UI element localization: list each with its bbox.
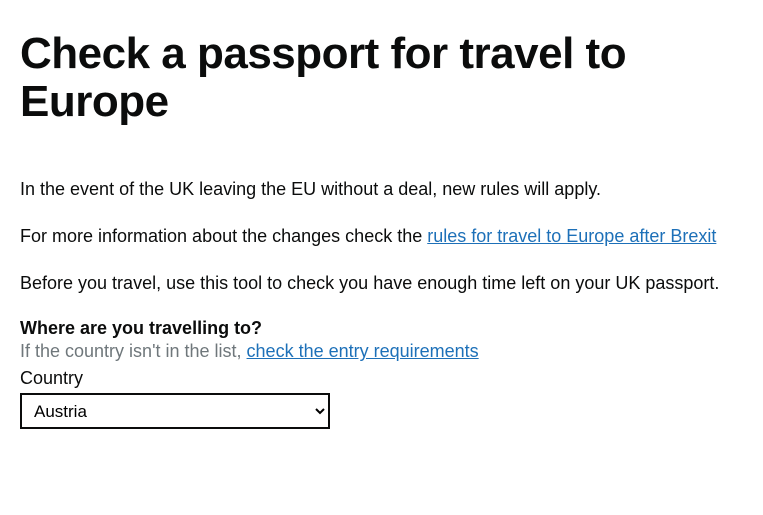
intro-paragraph-2: For more information about the changes c… bbox=[20, 224, 743, 249]
intro-paragraph-3: Before you travel, use this tool to chec… bbox=[20, 271, 743, 296]
page-title: Check a passport for travel to Europe bbox=[20, 30, 743, 127]
country-field-label: Country bbox=[20, 368, 743, 389]
rules-link[interactable]: rules for travel to Europe after Brexit bbox=[427, 226, 716, 246]
question-label: Where are you travelling to? bbox=[20, 318, 743, 339]
hint-prefix: If the country isn't in the list, bbox=[20, 341, 247, 361]
intro-paragraph-1: In the event of the UK leaving the EU wi… bbox=[20, 177, 743, 202]
country-select[interactable]: Austria bbox=[20, 393, 330, 429]
hint-text: If the country isn't in the list, check … bbox=[20, 341, 743, 362]
entry-requirements-link[interactable]: check the entry requirements bbox=[247, 341, 479, 361]
intro-paragraph-2-text: For more information about the changes c… bbox=[20, 226, 427, 246]
